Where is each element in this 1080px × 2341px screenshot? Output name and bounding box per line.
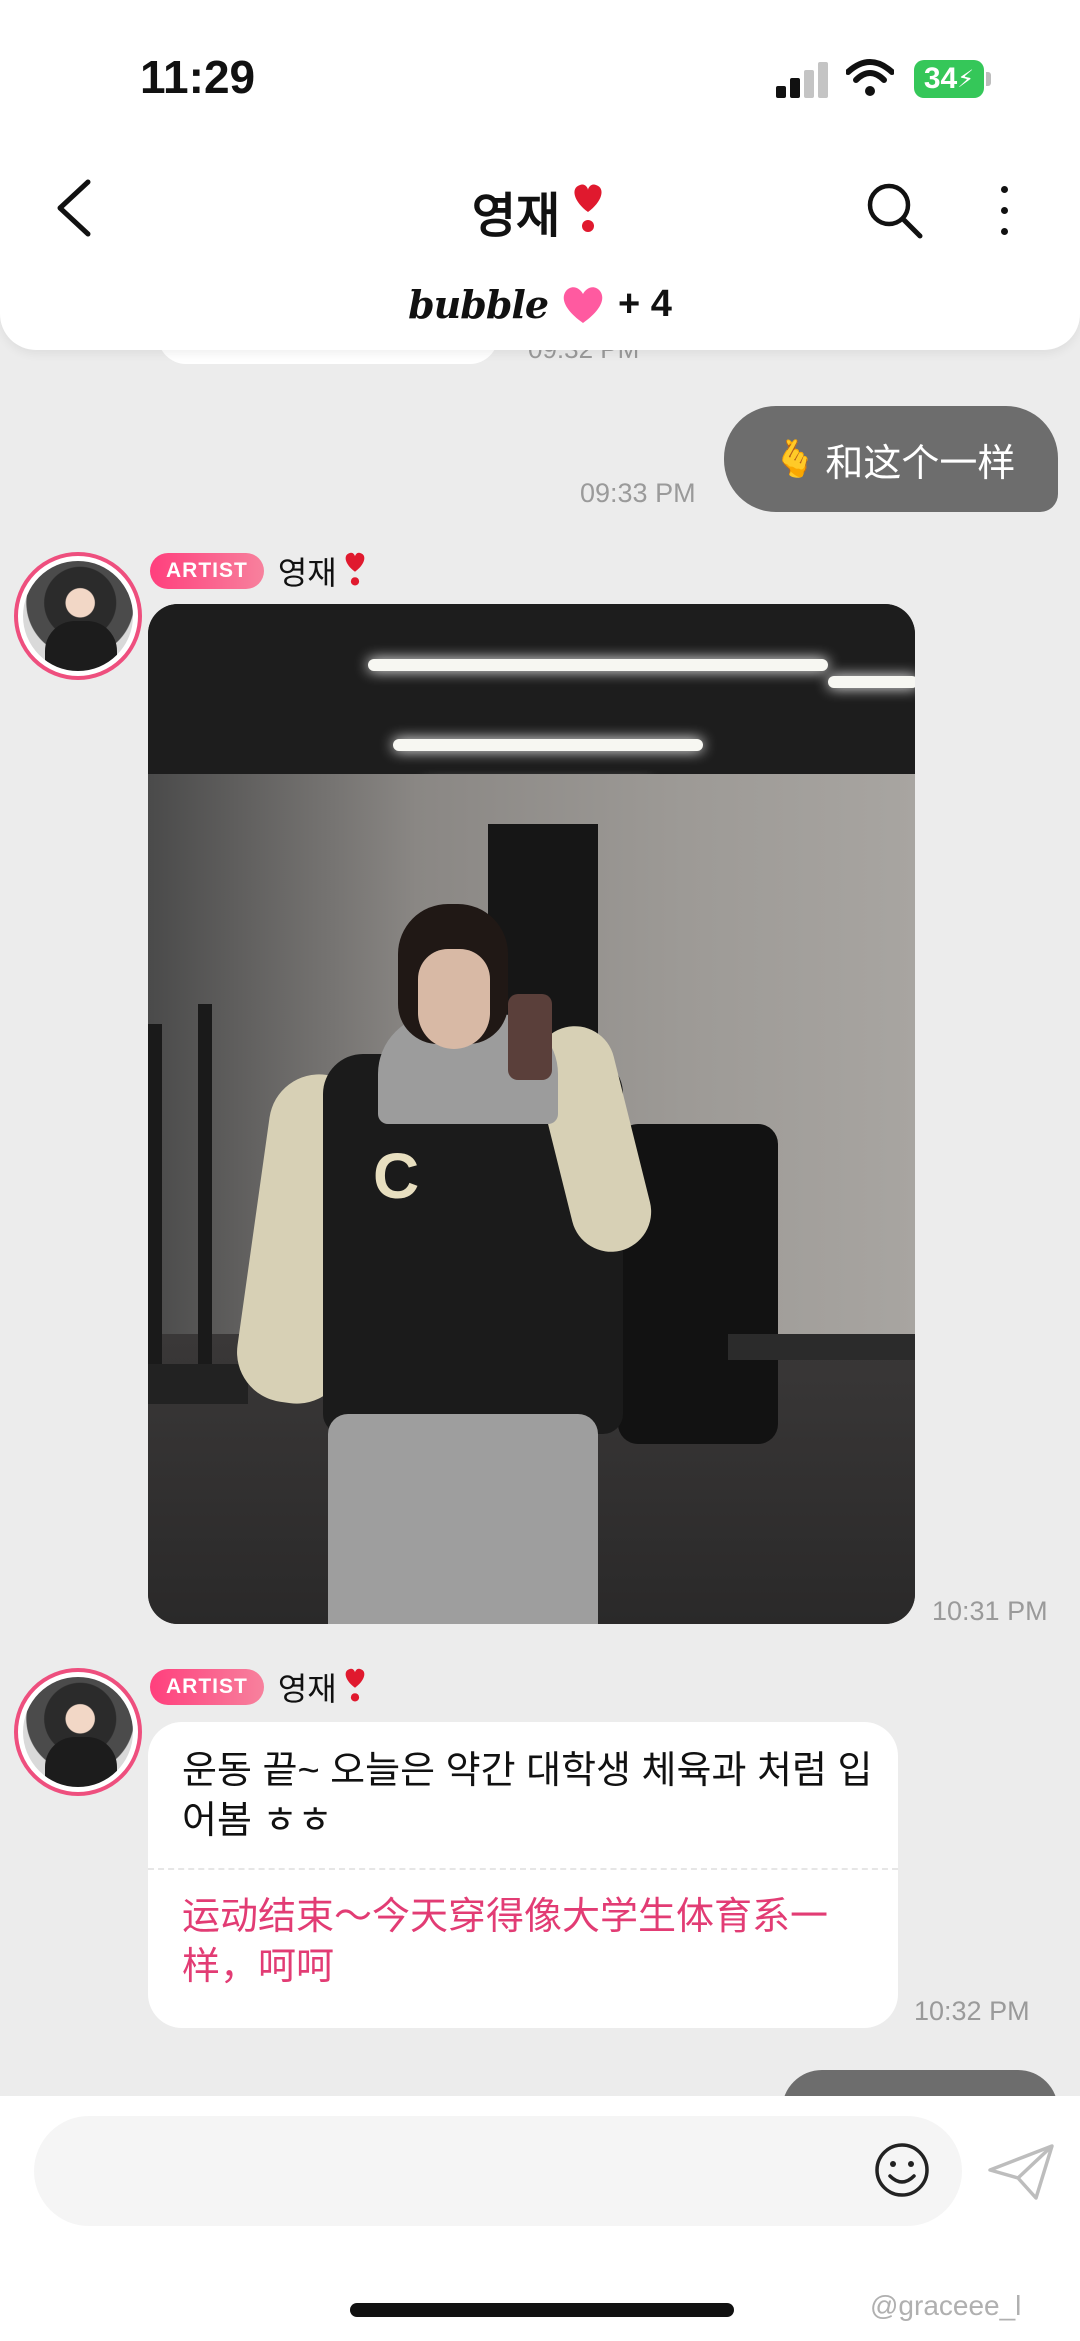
search-button[interactable]: [864, 180, 924, 240]
home-indicator[interactable]: [350, 2303, 734, 2317]
bubble-subscription-row[interactable]: bubble + 4: [0, 282, 1080, 327]
artist-avatar[interactable]: [14, 1668, 142, 1796]
artist-name: 영재: [278, 548, 369, 594]
weibo-watermark: @graceee_l: [870, 2290, 1022, 2321]
battery-level: 34: [923, 62, 958, 95]
artist-avatar[interactable]: [14, 552, 142, 680]
emoji-button[interactable]: [872, 2140, 932, 2200]
status-time: 11:29: [140, 51, 256, 103]
artist-header-2: ARTIST 영재: [150, 1664, 369, 1710]
message-input[interactable]: [34, 2116, 962, 2226]
bubble-logo: bubble: [408, 282, 549, 327]
my-message-text: 和这个一样: [825, 442, 1016, 485]
member-count: + 4: [618, 283, 672, 325]
finger-heart-emoji: 🫰: [772, 438, 818, 479]
translation-divider: [148, 1868, 898, 1870]
heart-exclamation-icon: [574, 184, 602, 232]
more-options-button[interactable]: [992, 182, 1016, 238]
message-korean-text: 운동 끝~ 오늘은 약간 대학생 체육과 처럼 입어봄 ㅎㅎ: [182, 1750, 873, 1842]
message-translation-text: 运动结束～今天穿得像大学生体育系一样，呵呵: [182, 1896, 829, 1988]
heart-exclamation-icon: [345, 1668, 365, 1702]
heart-exclamation-icon: [345, 552, 365, 586]
battery-icon: 34 ⚡: [914, 60, 984, 98]
my-message-time: 09:33 PM: [580, 478, 696, 508]
cellular-signal-icon: [776, 62, 832, 98]
artist-header-1: ARTIST 영재: [150, 548, 369, 594]
chat-header: 11:29 34 ⚡ 영재 bubble + 4: [0, 0, 1080, 350]
text-message-time: 10:32 PM: [914, 1996, 1030, 2026]
pink-heart-icon: [563, 286, 603, 323]
battery-tip: [986, 72, 991, 86]
send-button[interactable]: [986, 2142, 1056, 2202]
wifi-icon: [846, 59, 894, 96]
photo-message-time: 10:31 PM: [932, 1596, 1048, 1626]
artist-badge: ARTIST: [150, 553, 264, 589]
chat-title-name: 영재: [471, 190, 561, 243]
artist-name: 영재: [278, 1664, 369, 1710]
artist-badge: ARTIST: [150, 1669, 264, 1705]
gym-mirror-selfie-image[interactable]: C: [148, 604, 915, 1624]
artist-text-message[interactable]: 운동 끝~ 오늘은 약간 대학생 체육과 처럼 입어봄 ㅎㅎ 运动结束～今天穿得…: [148, 1722, 898, 2028]
my-message-bubble[interactable]: 🫰 和这个一样: [724, 406, 1058, 512]
